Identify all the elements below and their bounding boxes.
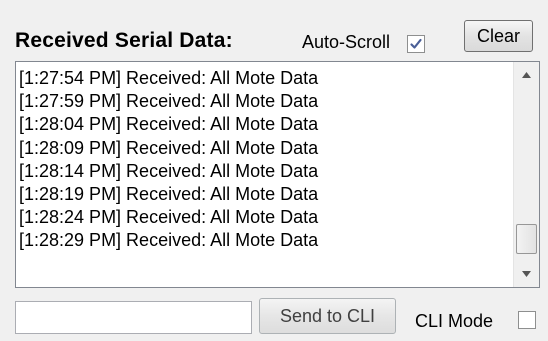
log-line: [1:28:14 PM] Received: All Mote Data <box>19 160 319 181</box>
scroll-down-arrow-icon <box>522 271 531 277</box>
send-to-cli-button[interactable]: Send to CLI <box>259 298 396 334</box>
autoscroll-checkbox[interactable] <box>407 35 425 53</box>
log-line: [1:27:59 PM] Received: All Mote Data <box>19 91 319 112</box>
cli-mode-label: CLI Mode <box>415 311 494 331</box>
log-line: [1:28:24 PM] Received: All Mote Data <box>19 207 319 228</box>
log-line: [1:27:54 PM] Received: All Mote Data <box>19 68 319 88</box>
scroll-up-arrow-icon <box>522 72 531 78</box>
log-lines: [1:27:54 PM] Received: All Mote Data [1:… <box>19 67 511 253</box>
vertical-scrollbar[interactable] <box>513 62 539 287</box>
log-line: [1:28:04 PM] Received: All Mote Data <box>19 114 319 135</box>
scroll-up-button[interactable] <box>514 62 539 88</box>
log-line: [1:28:09 PM] Received: All Mote Data <box>19 137 319 158</box>
serial-log-textbox[interactable]: [1:27:54 PM] Received: All Mote Data [1:… <box>15 61 540 288</box>
scrollbar-thumb[interactable] <box>516 224 537 254</box>
scroll-down-button[interactable] <box>514 261 539 287</box>
log-line: [1:28:29 PM] Received: All Mote Data <box>19 230 319 251</box>
clear-button[interactable]: Clear <box>464 20 533 52</box>
checkmark-icon <box>410 38 422 49</box>
log-line: [1:28:19 PM] Received: All Mote Data <box>19 184 319 205</box>
received-serial-data-title: Received Serial Data: <box>15 29 233 52</box>
cli-command-input[interactable] <box>15 301 252 334</box>
autoscroll-label: Auto-Scroll <box>302 32 391 52</box>
cli-mode-checkbox[interactable] <box>518 311 536 329</box>
